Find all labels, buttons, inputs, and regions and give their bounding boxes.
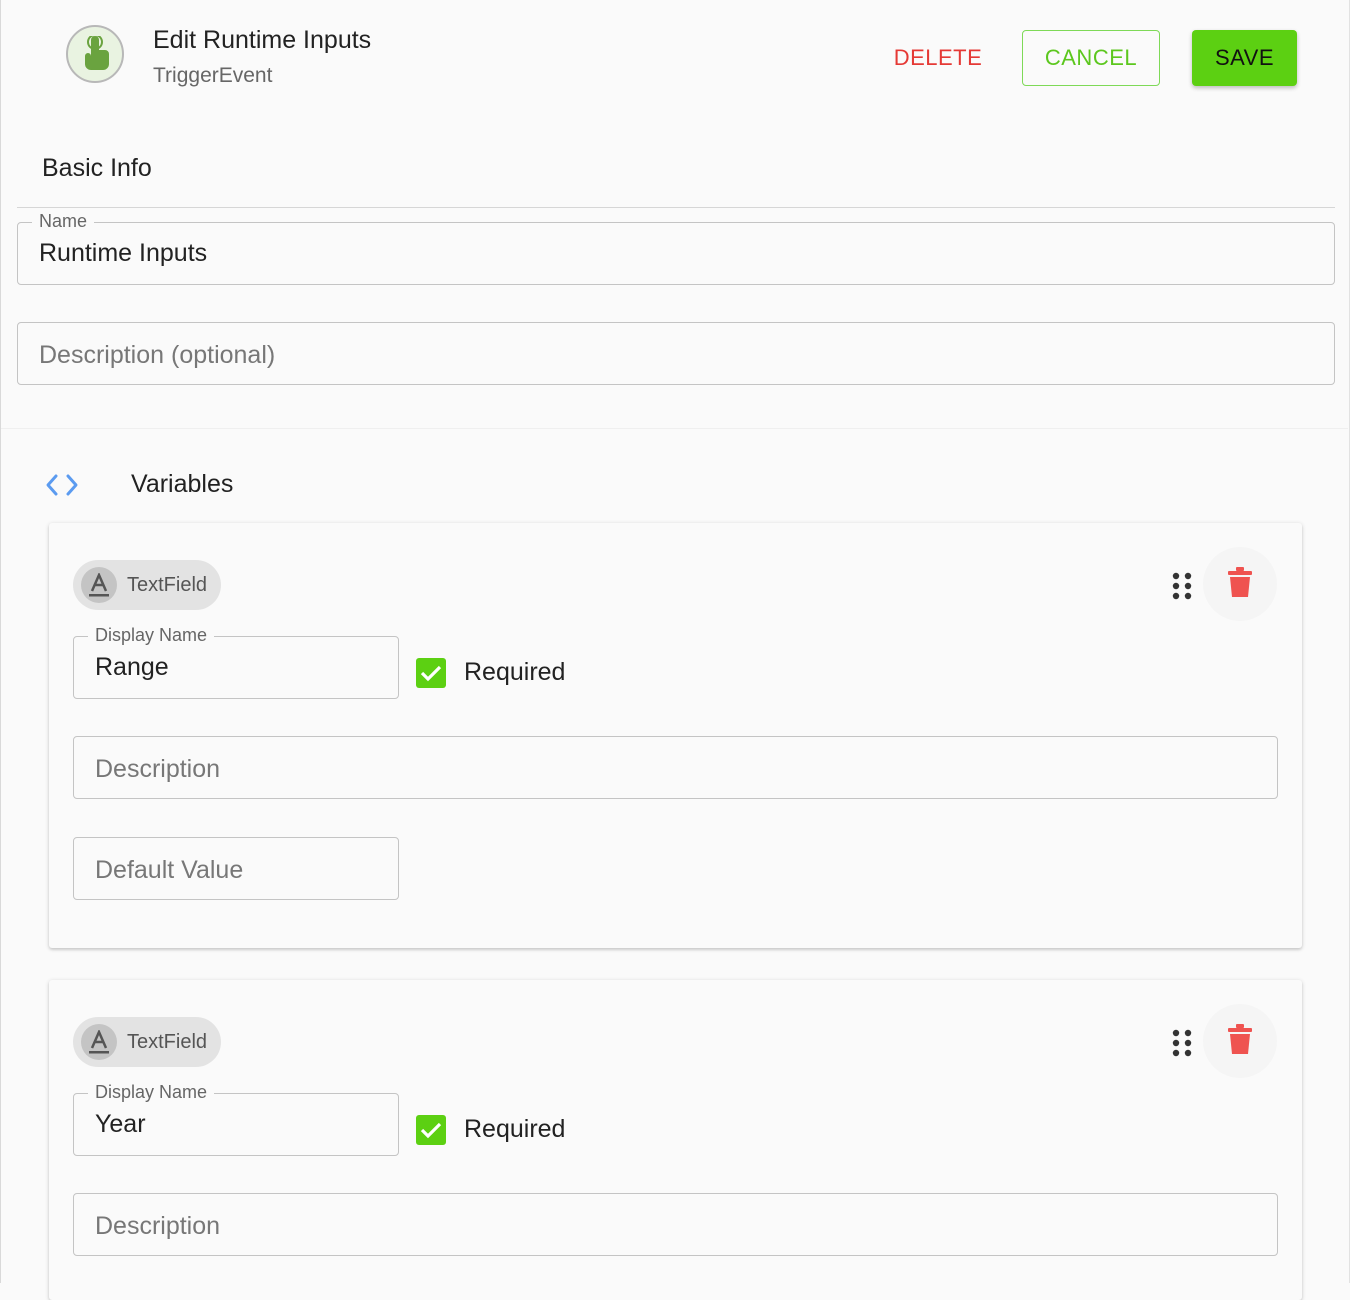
description-placeholder: Description (optional) <box>39 341 276 369</box>
display-name-value: Range <box>95 653 169 681</box>
variable-description-placeholder: Description <box>95 755 221 783</box>
variables-heading: Variables <box>131 470 234 498</box>
drag-handle-icon[interactable] <box>1170 571 1194 601</box>
text-format-icon <box>81 1024 117 1060</box>
cancel-button[interactable]: CANCEL <box>1022 30 1160 86</box>
code-brackets-icon <box>44 472 80 503</box>
required-label: Required <box>464 1115 566 1143</box>
name-field-label: Name <box>32 210 95 232</box>
basic-info-heading: Basic Info <box>42 154 152 182</box>
variable-description-placeholder: Description <box>95 1212 221 1240</box>
field-type-chip: TextField <box>73 560 221 610</box>
section-divider <box>17 207 1335 208</box>
delete-variable-button[interactable] <box>1203 1004 1277 1078</box>
variable-card: TextField Display Name Year Required Des… <box>49 980 1302 1300</box>
required-checkbox[interactable] <box>416 658 446 688</box>
text-format-icon <box>81 567 117 603</box>
display-name-label: Display Name <box>88 1081 215 1103</box>
touch-hand-icon <box>66 25 124 83</box>
delete-variable-button[interactable] <box>1203 547 1277 621</box>
trash-icon <box>1228 1023 1252 1059</box>
description-field[interactable]: Description (optional) <box>17 322 1335 385</box>
trash-icon <box>1228 566 1252 602</box>
variable-card: TextField Display Name Range Required De… <box>49 523 1302 948</box>
drag-handle-icon[interactable] <box>1170 1028 1194 1058</box>
delete-button[interactable]: DELETE <box>884 30 992 86</box>
variable-description-field[interactable]: Description <box>73 1193 1278 1256</box>
display-name-label: Display Name <box>88 624 215 646</box>
field-type-chip: TextField <box>73 1017 221 1067</box>
default-value-placeholder: Default Value <box>95 856 244 884</box>
display-name-value: Year <box>95 1110 146 1138</box>
name-field[interactable]: Name Runtime Inputs <box>17 210 1335 285</box>
display-name-field[interactable]: Display Name Range <box>73 624 399 699</box>
dialog-subtitle: TriggerEvent <box>153 64 273 87</box>
field-type-label: TextField <box>127 1030 208 1053</box>
default-value-field[interactable]: Default Value <box>73 837 399 900</box>
name-field-value: Runtime Inputs <box>39 239 208 267</box>
field-type-label: TextField <box>127 573 208 596</box>
required-checkbox[interactable] <box>416 1115 446 1145</box>
required-label: Required <box>464 658 566 686</box>
display-name-field[interactable]: Display Name Year <box>73 1081 399 1156</box>
save-button[interactable]: SAVE <box>1192 30 1297 86</box>
dialog-title: Edit Runtime Inputs <box>153 26 372 54</box>
variable-description-field[interactable]: Description <box>73 736 1278 799</box>
